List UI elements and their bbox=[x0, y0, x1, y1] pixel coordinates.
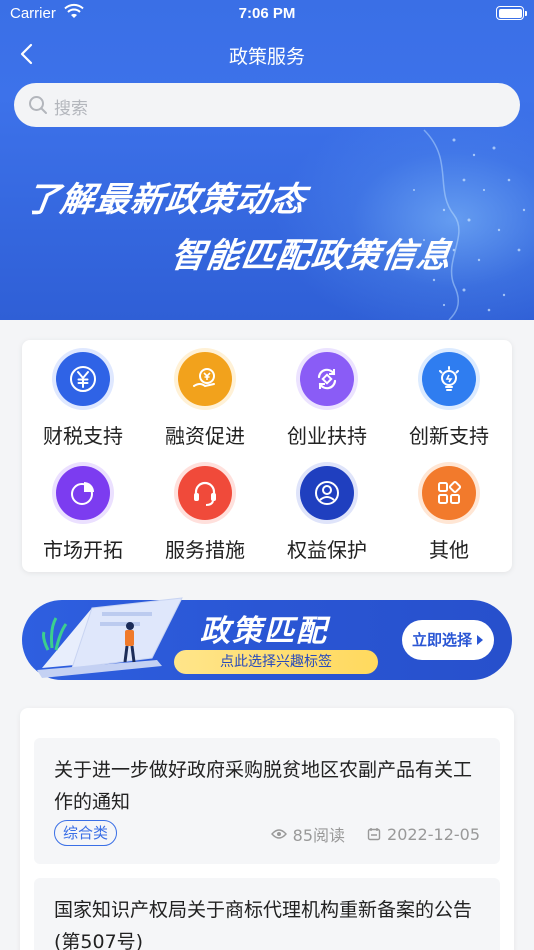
category-tax[interactable]: 财税支持 bbox=[22, 352, 144, 449]
page-title: 政策服务 bbox=[228, 46, 305, 68]
money-hand-icon bbox=[178, 352, 232, 406]
category-other[interactable]: 其他 bbox=[388, 466, 510, 563]
calendar-icon bbox=[367, 828, 381, 841]
search-bar[interactable]: 搜索 bbox=[14, 83, 520, 127]
category-label: 服务措施 bbox=[165, 538, 245, 562]
news-meta: 85阅读 2022-12-05 bbox=[270, 822, 480, 846]
search-placeholder: 搜索 bbox=[54, 99, 88, 119]
category-label: 创新支持 bbox=[409, 424, 489, 448]
category-innovation[interactable]: 创新支持 bbox=[388, 352, 510, 449]
publish-date: 2022-12-05 bbox=[387, 824, 480, 844]
search-icon bbox=[29, 96, 47, 114]
hero-line-2: 智能匹配政策信息 bbox=[168, 236, 455, 276]
status-bar: Carrier 7:06 PM bbox=[0, 0, 534, 28]
apps-icon bbox=[422, 466, 476, 520]
cta-label: 立即选择 bbox=[412, 631, 473, 649]
category-grid: 财税支持 融资促进 创业扶持 创新支持 市场开拓 服务措施 权益保护 其他 bbox=[22, 340, 512, 572]
news-title: 关于进一步做好政府采购脱贫地区农副产品有关工作的通知 bbox=[54, 759, 473, 813]
eye-icon bbox=[270, 829, 287, 839]
view-count: 85阅读 bbox=[292, 826, 346, 845]
category-market[interactable]: 市场开拓 bbox=[22, 466, 144, 563]
category-tag: 综合类 bbox=[54, 820, 118, 846]
headset-icon bbox=[178, 466, 232, 520]
news-title: 国家知识产权局关于商标代理机构重新备案的公告(第507号) bbox=[54, 899, 473, 950]
category-label: 财税支持 bbox=[43, 424, 123, 448]
banner-subtitle: 点此选择兴趣标签 bbox=[174, 650, 378, 674]
category-finance[interactable]: 融资促进 bbox=[144, 352, 266, 449]
cycle-icon bbox=[300, 352, 354, 406]
list-item[interactable]: 关于进一步做好政府采购脱贫地区农副产品有关工作的通知 综合类 85阅读 2022… bbox=[34, 738, 500, 864]
pie-chart-icon bbox=[56, 466, 110, 520]
clock: 7:06 PM bbox=[238, 5, 296, 22]
category-service[interactable]: 服务措施 bbox=[144, 466, 266, 563]
list-item[interactable]: 国家知识产权局关于商标代理机构重新备案的公告(第507号) bbox=[34, 878, 500, 950]
banner-title: 政策匹配 bbox=[200, 614, 328, 649]
category-label: 融资促进 bbox=[165, 424, 245, 448]
policy-news-list: 关于进一步做好政府采购脱贫地区农副产品有关工作的通知 综合类 85阅读 2022… bbox=[20, 708, 514, 950]
laptop-illustration bbox=[37, 597, 183, 678]
battery-icon bbox=[496, 6, 524, 20]
category-rights[interactable]: 权益保护 bbox=[266, 466, 388, 563]
user-heart-icon bbox=[300, 466, 354, 520]
particle-face-graphic bbox=[413, 129, 526, 320]
category-label: 其他 bbox=[429, 538, 469, 562]
chevron-right-icon bbox=[477, 635, 483, 645]
policy-match-banner[interactable]: 政策匹配 点此选择兴趣标签 立即选择 bbox=[22, 588, 512, 684]
category-label: 创业扶持 bbox=[287, 424, 367, 448]
yen-icon bbox=[56, 352, 110, 406]
hero-line-1: 了解最新政策动态 bbox=[22, 180, 309, 220]
category-label: 市场开拓 bbox=[43, 538, 123, 562]
category-label: 权益保护 bbox=[287, 538, 367, 562]
select-now-button[interactable]: 立即选择 bbox=[402, 620, 494, 660]
category-startup[interactable]: 创业扶持 bbox=[266, 352, 388, 449]
lightbulb-icon bbox=[422, 352, 476, 406]
header-banner: Carrier 7:06 PM 政策服务 搜索 了解最新政策动态 智能匹配政策信… bbox=[0, 0, 534, 320]
